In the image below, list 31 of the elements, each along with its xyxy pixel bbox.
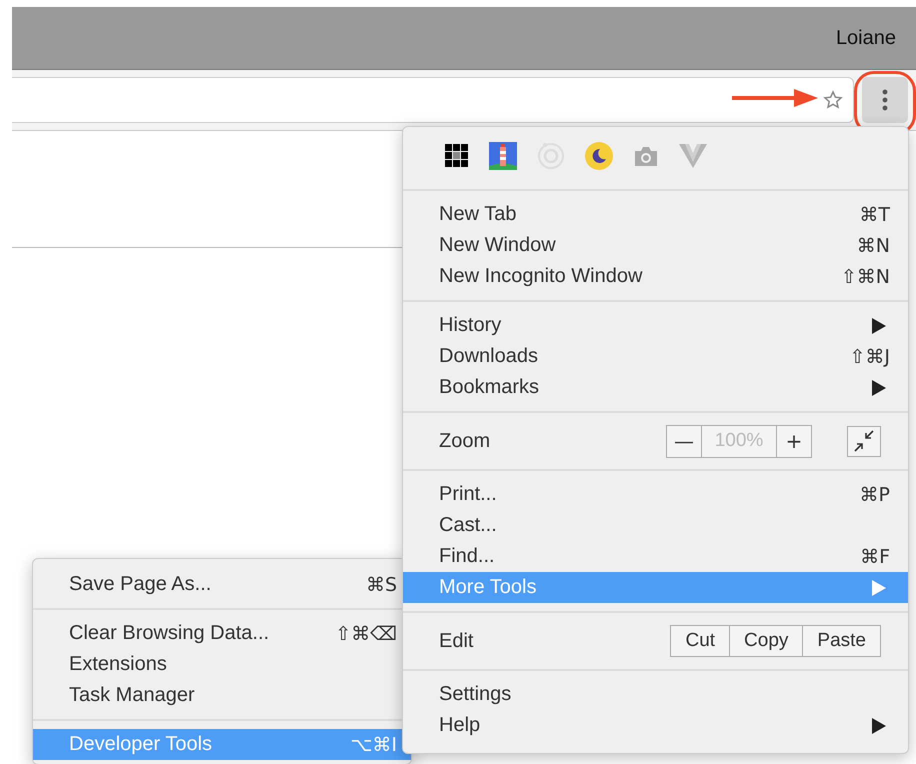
moon-icon[interactable] — [585, 142, 613, 170]
address-field[interactable] — [12, 77, 854, 123]
menu-item[interactable]: Cast... — [403, 510, 908, 541]
fullscreen-button[interactable] — [847, 426, 881, 456]
vertical-dots-icon — [882, 89, 888, 111]
submenu-arrow-icon — [872, 380, 886, 396]
submenu-arrow-icon — [872, 580, 886, 596]
menu-item[interactable]: Bookmarks — [403, 372, 908, 403]
menu-item[interactable]: New Tab ⌘T — [403, 199, 908, 230]
lighthouse-icon[interactable] — [489, 142, 517, 170]
submenu-arrow-icon — [872, 318, 886, 334]
edit-action-button[interactable]: Cut — [670, 625, 730, 657]
zoom-in-button[interactable]: + — [777, 426, 811, 456]
edit-action-button[interactable]: Paste — [802, 625, 881, 657]
edit-label: Edit — [439, 630, 474, 652]
menu-item[interactable]: Print... ⌘P — [403, 479, 908, 510]
menu-item[interactable]: New Window ⌘N — [403, 230, 908, 261]
zoom-level: 100% — [701, 426, 777, 456]
profile-name[interactable]: Loiane — [836, 26, 896, 50]
menu-button[interactable] — [862, 77, 908, 123]
submenu-arrow-icon — [872, 718, 886, 734]
menu-item[interactable]: New Incognito Window ⇧⌘N — [403, 261, 908, 292]
zoom-out-button[interactable]: — — [667, 426, 701, 456]
menu-item[interactable]: Find... ⌘F — [403, 541, 908, 572]
menu-item[interactable]: History — [403, 310, 908, 341]
menu-item[interactable]: Settings — [403, 679, 908, 710]
menu-item[interactable]: Downloads ⇧⌘J — [403, 341, 908, 372]
star-icon[interactable] — [823, 90, 843, 110]
edit-action-button[interactable]: Copy — [729, 625, 804, 657]
zoom-label: Zoom — [439, 430, 492, 452]
grid-icon[interactable] — [445, 144, 469, 168]
